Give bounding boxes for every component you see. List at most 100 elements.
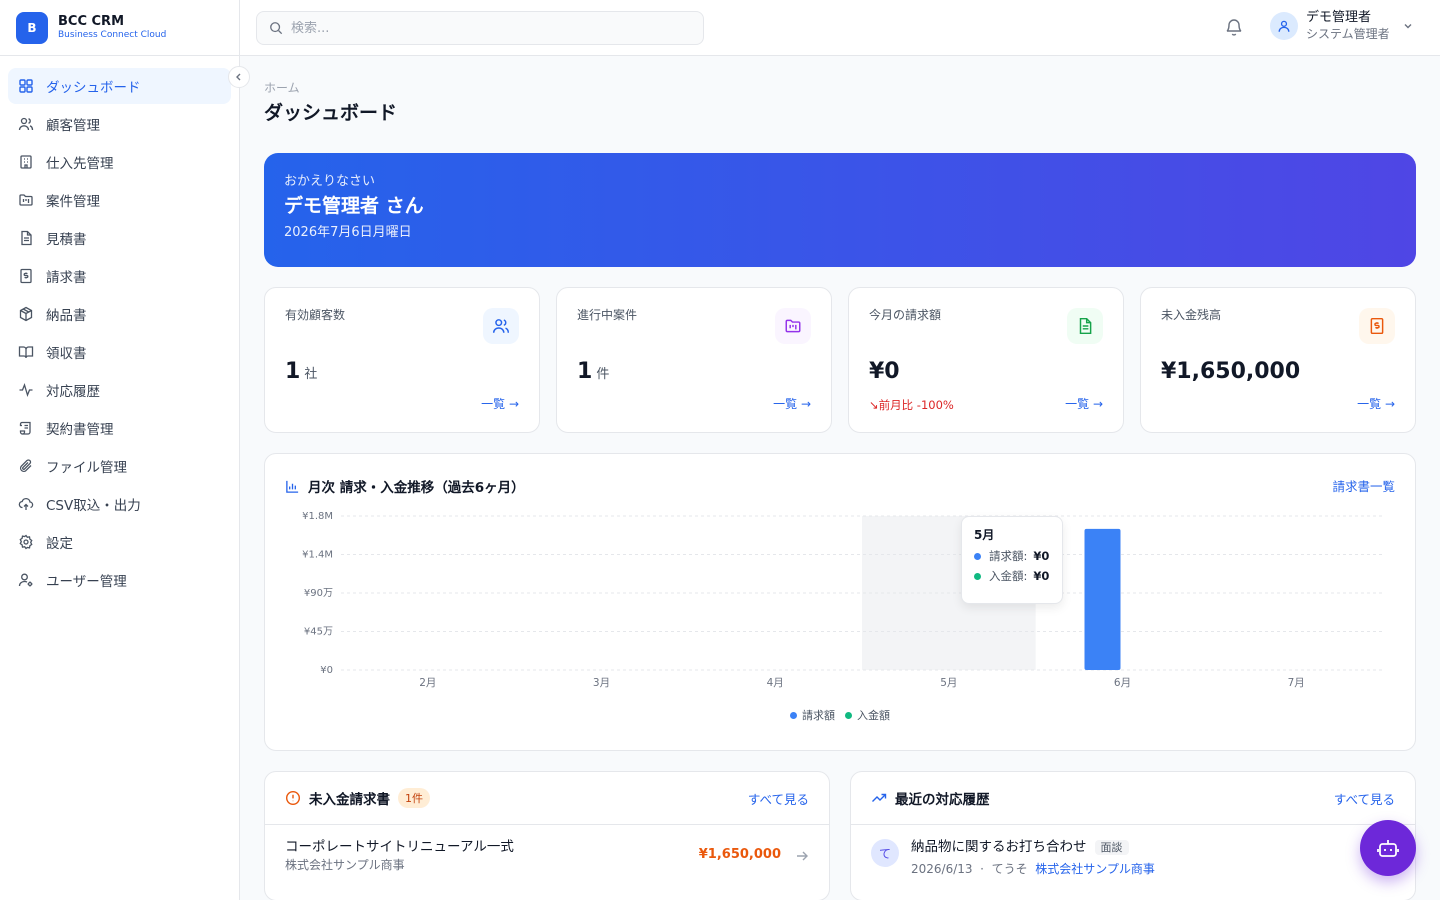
search-input[interactable] [291,20,671,36]
stat-unit: 件 [596,367,610,382]
panel-title: 最近の対応履歴 [895,792,990,808]
sidebar-item-label: 見積書 [46,232,87,248]
see-all-link[interactable]: すべて見る [748,789,809,808]
stat-list-link[interactable]: 一覧 → [481,395,519,412]
sidebar-item-settings[interactable]: 設定 [8,524,231,560]
stat-icon-wrap [775,308,811,344]
sidebar-item-projects[interactable]: 案件管理 [8,182,231,218]
stat-card-monthly-billing: 今月の請求額 ¥0 ↘前月比 -100% 一覧 → [848,287,1124,433]
y-tick-label: ¥0 [320,665,333,676]
stat-icon-wrap [483,308,519,344]
folder-kanban-icon [19,194,33,206]
see-all-link[interactable]: すべて見る [1334,789,1395,808]
legend-item[interactable]: 入金額 [845,707,890,723]
panel-title: 未入金請求書 [309,792,390,808]
activity-type-badge: 面談 [1094,840,1129,855]
sidebar-item-label: 案件管理 [46,194,100,210]
x-tick-label: 4月 [767,677,784,689]
avatar [1270,12,1298,40]
sidebar-item-label: 対応履歴 [46,384,100,400]
stat-card-unpaid-balance: 未入金残高 ¥1,650,000 一覧 → [1140,287,1416,433]
sidebar-item-users[interactable]: ユーザー管理 [8,562,231,598]
list-item[interactable]: コーポレートサイトリニューアル一式 株式会社サンプル商事 ¥1,650,000 [265,825,829,887]
sidebar-item-invoices[interactable]: 請求書 [8,258,231,294]
activity-icon [19,383,33,397]
stat-value: ¥0 [869,359,900,384]
sidebar-item-activities[interactable]: 対応履歴 [8,372,231,408]
avatar: て [871,839,899,867]
sidebar-item-deliveries[interactable]: 納品書 [8,296,231,332]
file-text-icon [1079,317,1092,335]
receipt-icon [1370,317,1384,335]
recent-activities-panel: 最近の対応履歴 すべて見る て 納品物に関するお打ち合わせ 面談 2026/6/1… [850,771,1416,900]
user-cog-icon [18,573,33,587]
x-tick-label: 2月 [419,677,436,689]
stat-list-link[interactable]: 一覧 → [1065,395,1103,412]
chevron-down-icon [1404,24,1412,29]
book-open-icon [18,346,34,359]
package-icon [19,306,33,322]
notification-button[interactable] [1224,17,1244,41]
sidebar-item-label: 設定 [46,536,73,552]
count-badge: 1件 [398,788,430,808]
upload-cloud-icon [18,497,34,510]
user-menu[interactable]: デモ管理者 システム管理者 [1270,10,1414,42]
x-tick-label: 6月 [1114,677,1131,689]
stat-icon-wrap [1359,308,1395,344]
tooltip-row: 請求額: ¥0 [974,549,1050,563]
tooltip-row: 入金額: ¥0 [974,569,1050,583]
breadcrumb[interactable]: ホーム [264,81,1416,95]
welcome-date: 2026年7月6日月曜日 [284,225,412,240]
sidebar-item-label: CSV取込・出力 [46,498,141,514]
paperclip-icon [19,459,32,473]
sidebar-item-label: 契約書管理 [46,422,114,438]
chart-tooltip: 5月 請求額: ¥0 入金額: ¥0 [961,516,1063,604]
stat-unit: 社 [304,367,318,382]
sidebar-item-contracts[interactable]: 契約書管理 [8,410,231,446]
activity-title: 納品物に関するお打ち合わせ 面談 [911,837,1155,858]
folder-kanban-icon [785,319,801,333]
y-tick-label: ¥1.8M [302,511,333,522]
unpaid-invoices-panel: 未入金請求書 1件 すべて見る コーポレートサイトリニューアル一式 株式会社サン… [264,771,830,900]
welcome-name: デモ管理者 さん [284,195,424,217]
billing-chart: ¥0 ¥45万 ¥90万 ¥1.4M ¥1.8M 2月 3月 4月 5月 6月 7月 [302,511,1383,689]
y-tick-label: ¥45万 [304,627,333,638]
sidebar-item-files[interactable]: ファイル管理 [8,448,231,484]
top-header: デモ管理者 システム管理者 [240,0,1440,56]
trending-up-icon [872,793,887,802]
stat-list-link[interactable]: 一覧 → [1357,395,1395,412]
stat-delta: ↘前月比 -100% [869,398,954,412]
scroll-icon [19,421,31,435]
sidebar-item-label: ユーザー管理 [46,574,127,590]
bar [1084,528,1121,670]
sidebar-item-suppliers[interactable]: 仕入先管理 [8,144,231,180]
bell-icon [1226,19,1242,36]
legend-item[interactable]: 請求額 [790,707,835,723]
sidebar-item-label: 納品書 [46,308,87,324]
brand[interactable]: B BCC CRM Business Connect Cloud [0,0,239,56]
ai-assistant-button[interactable] [1360,820,1416,876]
sidebar-item-quotes[interactable]: 見積書 [8,220,231,256]
stat-list-link[interactable]: 一覧 → [773,395,811,412]
bottom-panels: 未入金請求書 1件 すべて見る コーポレートサイトリニューアル一式 株式会社サン… [264,771,1416,900]
search-box[interactable] [256,11,704,45]
user-role: システム管理者 [1306,27,1390,41]
sidebar-item-receipts[interactable]: 領収書 [8,334,231,370]
sidebar-item-label: 領収書 [46,346,87,362]
company-link[interactable]: 株式会社サンプル商事 [1035,862,1155,876]
sidebar: B BCC CRM Business Connect Cloud ダッシュボード… [0,0,240,900]
gear-icon [19,534,33,550]
activity-meta: 2026/6/13 · てうそ 株式会社サンプル商事 [911,862,1155,876]
sidebar-item-customers[interactable]: 顧客管理 [8,106,231,142]
brand-name: BCC CRM [58,14,125,29]
stat-value: 1社 [285,359,318,384]
sidebar-item-label: 仕入先管理 [46,156,114,172]
chevron-left-icon [236,73,241,81]
sidebar-item-label: 請求書 [46,270,87,286]
sidebar-collapse-button[interactable] [228,66,250,88]
sidebar-item-dashboard[interactable]: ダッシュボード [8,68,231,104]
tooltip-title: 5月 [974,528,995,542]
sidebar-item-csv[interactable]: CSV取込・出力 [8,486,231,522]
list-item[interactable]: て 納品物に関するお打ち合わせ 面談 2026/6/13 · てうそ 株式会社サン… [851,825,1415,887]
stat-card-customers: 有効顧客数 1社 一覧 → [264,287,540,433]
